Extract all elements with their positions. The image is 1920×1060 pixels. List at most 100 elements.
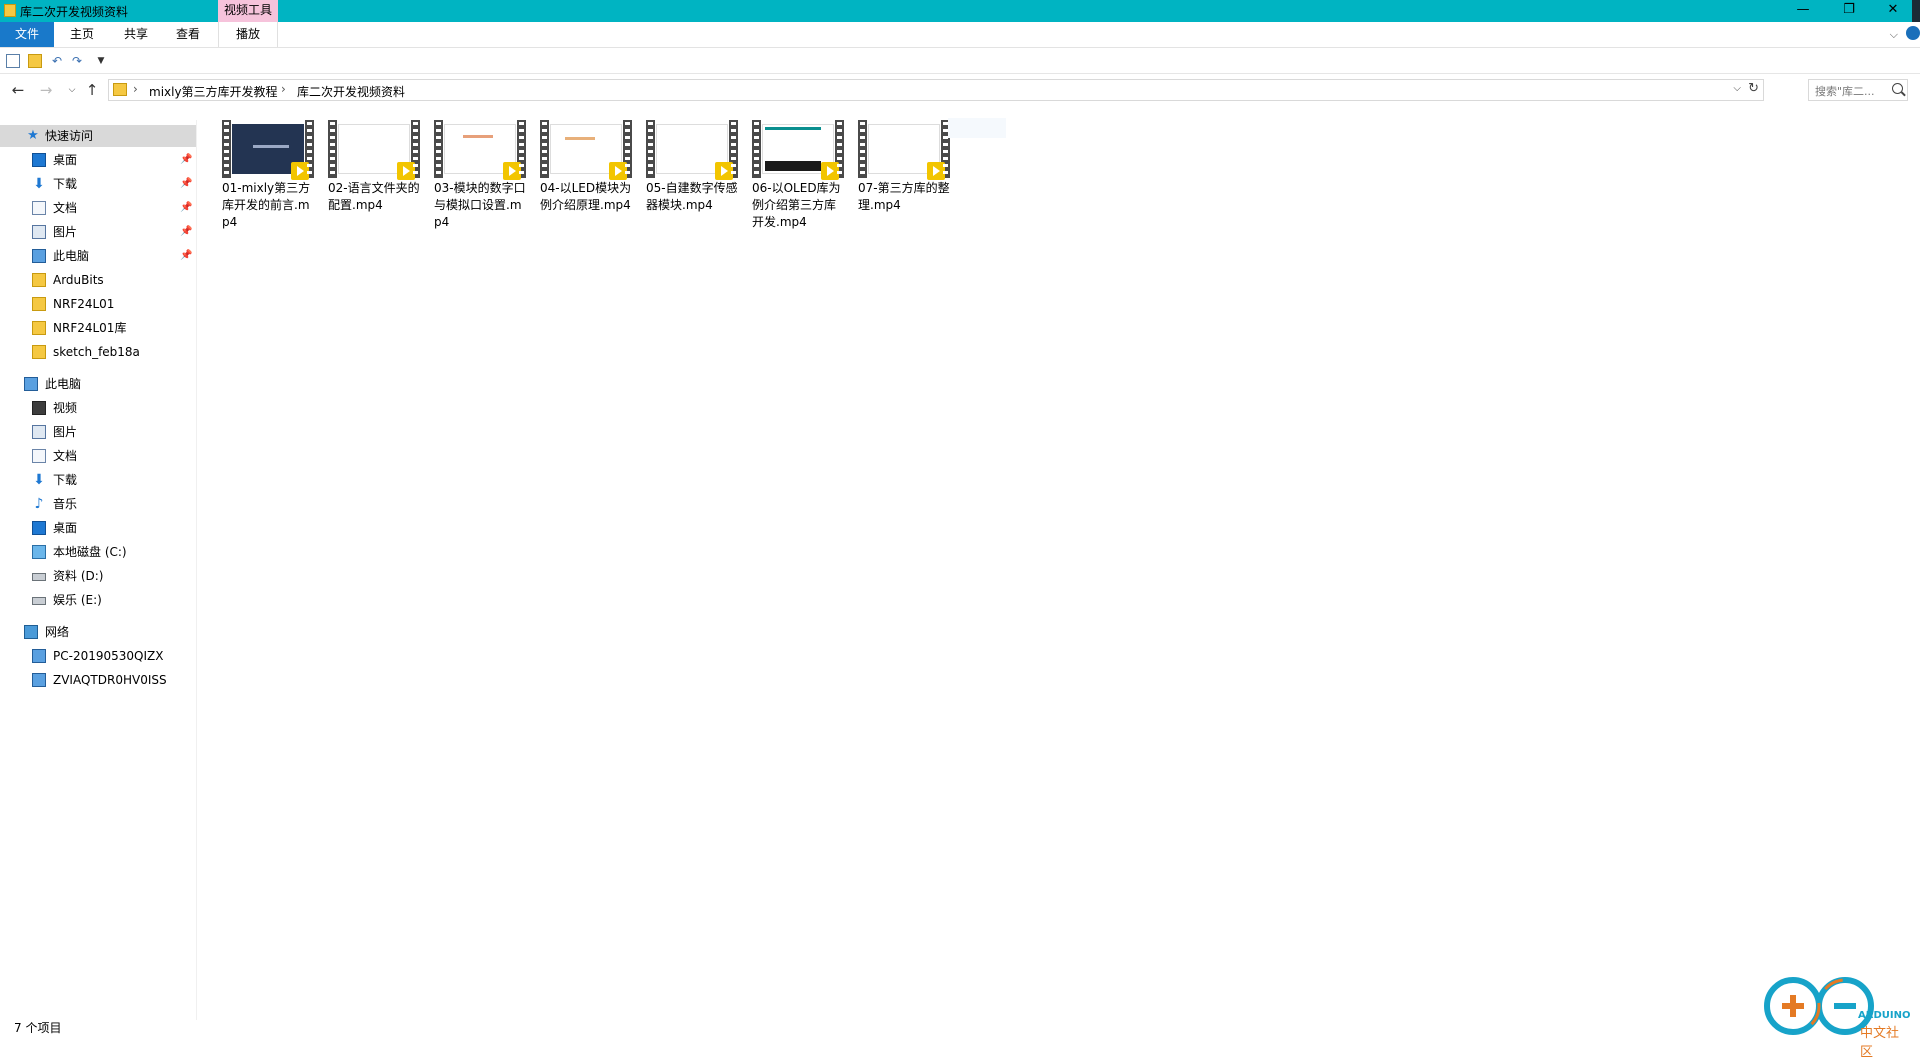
- customize-dropdown-icon[interactable]: ▼: [94, 54, 108, 68]
- file-item[interactable]: 03-模块的数字口与模拟口设置.mp4: [426, 118, 526, 238]
- forward-arrow-icon[interactable]: →: [36, 80, 56, 100]
- file-item[interactable]: 01-mixly第三方库开发的前言.mp4: [214, 118, 314, 238]
- new-folder-icon[interactable]: [28, 54, 42, 68]
- properties-icon[interactable]: [6, 54, 20, 68]
- nav-this-pc[interactable]: 此电脑: [0, 373, 196, 395]
- nav-item-pictures[interactable]: 图片 📌: [0, 221, 196, 243]
- nav-label: 音乐: [53, 497, 78, 511]
- up-arrow-icon[interactable]: ↑: [82, 80, 102, 100]
- search-input[interactable]: 搜索"库二...: [1808, 79, 1908, 101]
- tab-share[interactable]: 共享: [114, 22, 158, 47]
- nav-item-pictures-pc[interactable]: 图片: [0, 421, 196, 443]
- file-name: 02-语言文件夹的配置.mp4: [328, 181, 420, 212]
- player-badge-icon: [291, 162, 309, 180]
- file-item[interactable]: 05-自建数字传感器模块.mp4: [638, 118, 738, 238]
- pin-icon[interactable]: 📌: [180, 173, 192, 195]
- breadcrumb-current[interactable]: 库二次开发视频资料: [297, 83, 405, 100]
- nav-quick-access[interactable]: ★ 快速访问: [0, 125, 196, 147]
- nav-item-documents-pc[interactable]: 文档: [0, 445, 196, 467]
- undo-icon[interactable]: ↶: [50, 54, 64, 68]
- address-bar[interactable]: › mixly第三方库开发教程 › 库二次开发视频资料 ⌵ ↻: [108, 79, 1764, 101]
- nav-item-drive-c[interactable]: 本地磁盘 (C:): [0, 541, 196, 563]
- video-thumbnail: [540, 120, 632, 180]
- folder-icon: [32, 321, 46, 335]
- back-arrow-icon[interactable]: ←: [8, 80, 28, 100]
- pin-icon[interactable]: 📌: [180, 245, 192, 267]
- nav-item-documents[interactable]: 文档 📌: [0, 197, 196, 219]
- nav-label: ZVIAQTDR0HV0ISS: [53, 673, 167, 687]
- help-icon[interactable]: [1906, 26, 1920, 40]
- pin-icon[interactable]: 📌: [180, 197, 192, 219]
- nav-item-computer-1[interactable]: PC-20190530QIZX: [0, 645, 196, 667]
- folder-icon: [32, 345, 46, 359]
- restore-button[interactable]: ❐: [1826, 0, 1872, 22]
- nav-label: 下载: [53, 177, 78, 191]
- redo-icon[interactable]: ↷: [70, 54, 84, 68]
- computer-icon: [32, 649, 46, 663]
- nav-label: 视频: [53, 401, 78, 415]
- search-icon[interactable]: [1892, 83, 1903, 94]
- nav-item-downloads-pc[interactable]: ⬇ 下载: [0, 469, 196, 491]
- folder-icon: [32, 273, 46, 287]
- nav-label: 网络: [45, 625, 70, 639]
- file-name: 04-以LED模块为例介绍原理.mp4: [540, 181, 632, 212]
- chevron-right-icon[interactable]: ›: [281, 82, 286, 96]
- file-item[interactable]: 04-以LED模块为例介绍原理.mp4: [532, 118, 632, 238]
- nav-network[interactable]: 网络: [0, 621, 196, 643]
- breadcrumb-parent[interactable]: mixly第三方库开发教程: [149, 83, 278, 100]
- nav-item-drive-e[interactable]: 娱乐 (E:): [0, 589, 196, 611]
- nav-label: PC-20190530QIZX: [53, 649, 164, 663]
- file-name: 03-模块的数字口与模拟口设置.mp4: [434, 181, 526, 229]
- nav-item-ardubits[interactable]: ArduBits: [0, 269, 196, 291]
- minimize-button[interactable]: —: [1780, 0, 1826, 22]
- nav-item-nrf24l01[interactable]: NRF24L01: [0, 293, 196, 315]
- nav-item-downloads[interactable]: ⬇ 下载 📌: [0, 173, 196, 195]
- video-icon: [32, 401, 46, 415]
- nav-label: sketch_feb18a: [53, 345, 140, 359]
- nav-item-this-pc-pinned[interactable]: 此电脑 📌: [0, 245, 196, 267]
- window-title: 库二次开发视频资料: [20, 5, 129, 19]
- file-item[interactable]: 07-第三方库的整理.mp4: [850, 118, 950, 238]
- file-item[interactable]: 02-语言文件夹的配置.mp4: [320, 118, 420, 238]
- chevron-right-icon[interactable]: ›: [133, 82, 138, 96]
- folder-icon: [32, 297, 46, 311]
- nav-item-computer-2[interactable]: ZVIAQTDR0HV0ISS: [0, 669, 196, 691]
- player-badge-icon: [821, 162, 839, 180]
- video-thumbnail: [858, 120, 950, 180]
- nav-label: 文档: [53, 201, 78, 215]
- arduino-community-logo: ARDUINO 中文社区: [1760, 968, 1911, 1060]
- star-icon: ★: [27, 128, 39, 143]
- pin-icon[interactable]: 📌: [180, 221, 192, 243]
- pane-divider[interactable]: [196, 120, 197, 1020]
- nav-label: 快速访问: [45, 129, 94, 143]
- nav-item-desktop-pc[interactable]: 桌面: [0, 517, 196, 539]
- video-thumbnail: [328, 120, 420, 180]
- context-tab-video-tools: 视频工具: [218, 0, 278, 22]
- nav-item-drive-d[interactable]: 资料 (D:): [0, 565, 196, 587]
- nav-item-videos[interactable]: 视频: [0, 397, 196, 419]
- tab-play[interactable]: 播放: [218, 22, 278, 47]
- tab-view[interactable]: 查看: [166, 22, 210, 47]
- tab-file[interactable]: 文件: [0, 22, 54, 47]
- computer-icon: [32, 673, 46, 687]
- nav-item-music[interactable]: ♪ 音乐: [0, 493, 196, 515]
- nav-item-desktop[interactable]: 桌面 📌: [0, 149, 196, 171]
- logo-brand-text: ARDUINO: [1858, 1010, 1911, 1021]
- address-dropdown-icon[interactable]: ⌵: [1733, 83, 1741, 94]
- tab-home[interactable]: 主页: [60, 22, 104, 47]
- nav-item-sketch[interactable]: sketch_feb18a: [0, 341, 196, 363]
- picture-icon: [32, 425, 46, 439]
- refresh-icon[interactable]: ↻: [1748, 81, 1759, 96]
- recent-dropdown-icon[interactable]: ⌵: [62, 80, 82, 100]
- nav-item-nrf24l01-lib[interactable]: NRF24L01库: [0, 317, 196, 339]
- file-item[interactable]: 06-以OLED库为例介绍第三方库开发.mp4: [744, 118, 844, 238]
- nav-label: 文档: [53, 449, 78, 463]
- pin-icon[interactable]: 📌: [180, 149, 192, 171]
- search-placeholder: 搜索"库二...: [1815, 85, 1875, 98]
- close-button[interactable]: ✕: [1872, 0, 1914, 22]
- address-row: ← → ⌵ ↑ › mixly第三方库开发教程 › 库二次开发视频资料 ⌵ ↻ …: [0, 78, 1920, 104]
- nav-label: 资料 (D:): [53, 569, 104, 583]
- chevron-down-icon[interactable]: ⌵: [1890, 28, 1898, 42]
- file-name: 07-第三方库的整理.mp4: [858, 181, 950, 212]
- nav-label: NRF24L01库: [53, 321, 127, 335]
